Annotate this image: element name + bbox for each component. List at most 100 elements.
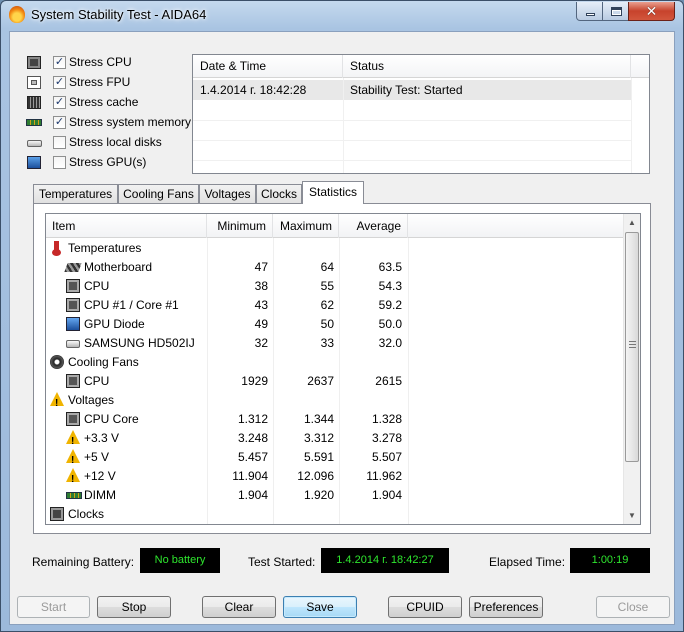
- status-log-header: Date & Time Status: [193, 55, 649, 78]
- statistics-group-row[interactable]: Voltages: [46, 391, 626, 413]
- fan-icon: [50, 355, 64, 369]
- stop-button[interactable]: Stop: [97, 596, 171, 618]
- column-header-status[interactable]: Status: [343, 55, 631, 78]
- statistics-row[interactable]: +12 V 11.904 12.096 11.962: [46, 467, 626, 489]
- row-item-name: Cooling Fans: [68, 355, 139, 369]
- row-item-name: GPU Diode: [84, 317, 145, 331]
- tab-statistics[interactable]: Statistics: [302, 181, 364, 204]
- row-minimum: [207, 353, 268, 372]
- statistics-row[interactable]: Motherboard 47 64 63.5: [46, 258, 626, 277]
- row-average: 1.328: [371, 412, 402, 426]
- tab-voltages[interactable]: Voltages: [199, 184, 256, 204]
- maximize-button[interactable]: [602, 2, 629, 21]
- row-minimum: 32: [254, 336, 268, 350]
- stress-memory-label[interactable]: Stress system memory: [69, 115, 191, 129]
- row-item-name: DIMM: [84, 488, 116, 502]
- row-item-name: Clocks: [68, 507, 105, 521]
- stress-fpu-checkbox[interactable]: ✓: [53, 76, 66, 89]
- app-window: System Stability Test - AIDA64 ✕ ✓ Stres…: [0, 0, 684, 632]
- stress-gpu-label[interactable]: Stress GPU(s): [69, 155, 146, 169]
- start-button[interactable]: Start: [17, 596, 90, 618]
- row-average: 63.5: [378, 260, 402, 274]
- preferences-button[interactable]: Preferences: [469, 596, 543, 618]
- row-average: 3.278: [371, 431, 402, 445]
- statistics-group-row[interactable]: Cooling Fans: [46, 353, 626, 372]
- statistics-row[interactable]: CPU 38 55 54.3: [46, 277, 626, 296]
- memory-module-icon: [26, 119, 42, 126]
- row-minimum: 38: [254, 279, 268, 293]
- statistics-group-row[interactable]: Clocks: [46, 505, 626, 524]
- stress-memory-checkbox[interactable]: ✓: [53, 116, 66, 129]
- row-maximum: 62: [320, 298, 334, 312]
- tab-temperatures[interactable]: Temperatures: [33, 184, 118, 204]
- stress-cache-label[interactable]: Stress cache: [69, 95, 138, 109]
- statistics-row[interactable]: CPU Core 1.312 1.344 1.328: [46, 410, 626, 429]
- row-average: 5.507: [371, 450, 402, 464]
- status-log-status: Stability Test: Started: [350, 83, 463, 97]
- cpu-icon: [66, 279, 80, 293]
- statistics-row[interactable]: +5 V 5.457 5.591 5.507: [46, 448, 626, 470]
- thermometer-icon: [50, 241, 64, 256]
- row-maximum: [273, 353, 334, 372]
- save-button[interactable]: Save: [283, 596, 357, 618]
- elapsed-time-display: 1:00:19: [570, 548, 650, 573]
- column-header-average[interactable]: Average: [339, 214, 408, 238]
- elapsed-time-label: Elapsed Time:: [489, 555, 566, 569]
- grid-line: [343, 78, 344, 173]
- row-item-name: CPU Core: [84, 412, 139, 426]
- grip-icon: [629, 341, 636, 348]
- statistics-tab-panel: Item Minimum Maximum Average Temperature…: [33, 203, 651, 534]
- test-started-label: Test Started:: [248, 555, 316, 569]
- stress-cache-checkbox[interactable]: ✓: [53, 96, 66, 109]
- status-log-list[interactable]: Date & Time Status 1.4.2014 г. 18:42:28 …: [192, 54, 650, 174]
- warning-icon: [66, 449, 80, 470]
- row-minimum: 5.457: [237, 450, 268, 464]
- close-window-button[interactable]: ✕: [628, 2, 675, 21]
- grid-line: [193, 140, 631, 141]
- row-minimum: [207, 239, 268, 258]
- statistics-row[interactable]: +3.3 V 3.248 3.312 3.278: [46, 429, 626, 451]
- scrollbar-thumb[interactable]: [625, 232, 639, 462]
- row-average: 59.2: [378, 298, 402, 312]
- row-maximum: 3.312: [303, 431, 334, 445]
- column-header-maximum[interactable]: Maximum: [273, 214, 339, 238]
- stress-disks-label[interactable]: Stress local disks: [69, 135, 162, 149]
- row-minimum: 49: [254, 317, 268, 331]
- row-maximum: 12.096: [297, 469, 334, 483]
- statistics-table[interactable]: Item Minimum Maximum Average Temperature…: [45, 213, 641, 525]
- stress-gpu-checkbox[interactable]: [53, 156, 66, 169]
- stress-cpu-checkbox[interactable]: ✓: [53, 56, 66, 69]
- stress-fpu-label[interactable]: Stress FPU: [69, 75, 130, 89]
- stress-cpu-label[interactable]: Stress CPU: [69, 55, 132, 69]
- row-minimum: 1929: [241, 374, 268, 388]
- minimize-button[interactable]: [576, 2, 603, 21]
- fpu-chip-icon: [27, 76, 41, 89]
- remaining-battery-label: Remaining Battery:: [32, 555, 135, 569]
- statistics-row[interactable]: CPU #1 / Core #1 43 62 59.2: [46, 296, 626, 315]
- tab-clocks[interactable]: Clocks: [256, 184, 302, 204]
- row-average: [339, 391, 402, 410]
- close-button[interactable]: Close: [596, 596, 670, 618]
- statistics-row[interactable]: DIMM 1.904 1.920 1.904: [46, 486, 626, 505]
- scroll-up-arrow-icon[interactable]: ▲: [624, 214, 640, 231]
- vertical-scrollbar[interactable]: ▲ ▼: [623, 214, 640, 524]
- title-bar[interactable]: System Stability Test - AIDA64 ✕: [1, 1, 683, 29]
- stress-disks-checkbox[interactable]: [53, 136, 66, 149]
- clear-button[interactable]: Clear: [202, 596, 276, 618]
- grid-line: [193, 120, 631, 121]
- column-header-date-time[interactable]: Date & Time: [193, 55, 343, 78]
- status-log-row[interactable]: 1.4.2014 г. 18:42:28 Stability Test: Sta…: [193, 80, 631, 100]
- maximize-icon: [611, 7, 622, 16]
- row-maximum: [273, 391, 334, 410]
- statistics-group-row[interactable]: Temperatures: [46, 239, 626, 258]
- tab-cooling-fans[interactable]: Cooling Fans: [118, 184, 199, 204]
- column-header-item[interactable]: Item: [46, 214, 207, 238]
- cpuid-button[interactable]: CPUID: [388, 596, 462, 618]
- minimize-icon: [586, 13, 595, 16]
- scroll-down-arrow-icon[interactable]: ▼: [624, 507, 640, 524]
- status-log-datetime: 1.4.2014 г. 18:42:28: [200, 83, 307, 97]
- statistics-row[interactable]: SAMSUNG HD502IJ 32 33 32.0: [46, 334, 626, 353]
- statistics-row[interactable]: CPU 1929 2637 2615: [46, 372, 626, 391]
- statistics-row[interactable]: GPU Diode 49 50 50.0: [46, 315, 626, 334]
- column-header-minimum[interactable]: Minimum: [207, 214, 273, 238]
